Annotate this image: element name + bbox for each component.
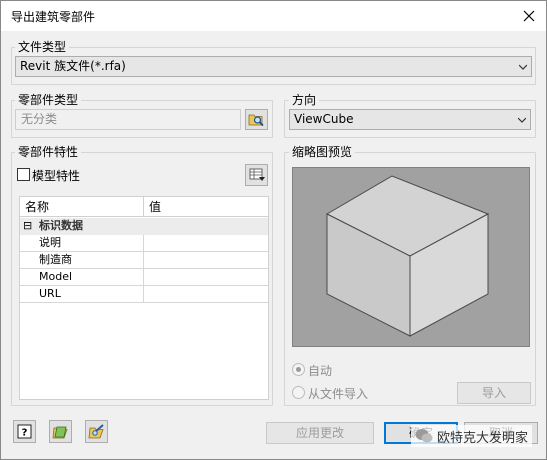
thumbnail-preview <box>292 167 530 347</box>
thumbnail-label: 缩略图预览 <box>289 145 356 159</box>
svg-text:?: ? <box>22 428 28 439</box>
load-preset-button[interactable] <box>85 420 108 443</box>
folder-add-icon <box>52 426 68 439</box>
property-value[interactable] <box>144 235 268 252</box>
table-row[interactable]: URL <box>20 286 268 303</box>
dialog-title: 导出建筑零部件 <box>11 10 96 24</box>
property-value[interactable] <box>144 269 268 286</box>
chevron-down-icon <box>518 117 526 123</box>
category-row[interactable]: ⊟ 标识数据 <box>20 218 268 235</box>
watermark: 欧特克大发明家 <box>411 425 533 447</box>
help-icon: ? <box>17 424 32 439</box>
browse-part-type-button[interactable] <box>245 109 268 130</box>
collapse-icon[interactable]: ⊟ <box>23 218 32 234</box>
part-type-value: 无分类 <box>21 112 58 126</box>
property-name: 制造商 <box>20 252 144 269</box>
model-properties-label: 模型特性 <box>32 169 81 183</box>
direction-value: ViewCube <box>294 112 354 126</box>
import-button[interactable]: 导入 <box>457 382 531 404</box>
column-header-name[interactable]: 名称 <box>20 197 144 217</box>
direction-label: 方向 <box>289 93 320 107</box>
property-value[interactable] <box>144 286 268 303</box>
properties-options-button[interactable] <box>245 164 268 186</box>
save-preset-button[interactable] <box>49 420 72 443</box>
column-header-value[interactable]: 值 <box>144 197 268 217</box>
direction-select[interactable]: ViewCube <box>289 109 531 130</box>
model-properties-checkbox[interactable] <box>17 168 30 181</box>
thumbnail-auto-label: 自动 <box>308 364 333 378</box>
chevron-down-icon <box>519 64 527 70</box>
help-button[interactable]: ? <box>13 420 36 443</box>
table-row[interactable]: 说明 <box>20 235 268 252</box>
property-name: 说明 <box>20 235 144 252</box>
properties-grid: 名称 值 ⊟ 标识数据 说明 制造商 Model URL <box>19 196 269 400</box>
folder-search-icon <box>248 114 264 127</box>
file-type-value: Revit 族文件(*.rfa) <box>20 59 126 73</box>
file-type-label: 文件类型 <box>15 40 70 54</box>
thumbnail-from-file-radio[interactable] <box>292 386 305 399</box>
export-dialog: 导出建筑零部件 文件类型 Revit 族文件(*.rfa) 零部件类型 无分类 … <box>0 0 547 460</box>
file-type-select[interactable]: Revit 族文件(*.rfa) <box>15 56 532 77</box>
property-name: Model <box>20 269 144 286</box>
apply-changes-button[interactable]: 应用更改 <box>266 422 374 444</box>
thumbnail-from-file-label: 从文件导入 <box>308 387 369 401</box>
folder-open-icon <box>88 424 104 439</box>
table-settings-icon <box>249 168 265 181</box>
thumbnail-auto-radio[interactable] <box>292 363 305 376</box>
property-value[interactable] <box>144 252 268 269</box>
title-bar: 导出建筑零部件 <box>1 1 546 31</box>
part-type-field[interactable]: 无分类 <box>15 109 241 130</box>
cube-preview-image <box>325 175 490 337</box>
wechat-icon <box>415 429 433 443</box>
part-type-label: 零部件类型 <box>15 93 82 107</box>
close-button[interactable] <box>512 1 546 31</box>
close-icon <box>523 10 535 22</box>
category-label: 标识数据 <box>39 219 83 232</box>
property-name: URL <box>20 286 144 303</box>
part-properties-label: 零部件特性 <box>15 145 82 159</box>
table-row[interactable]: Model <box>20 269 268 286</box>
watermark-text: 欧特克大发明家 <box>437 430 529 446</box>
table-row[interactable]: 制造商 <box>20 252 268 269</box>
